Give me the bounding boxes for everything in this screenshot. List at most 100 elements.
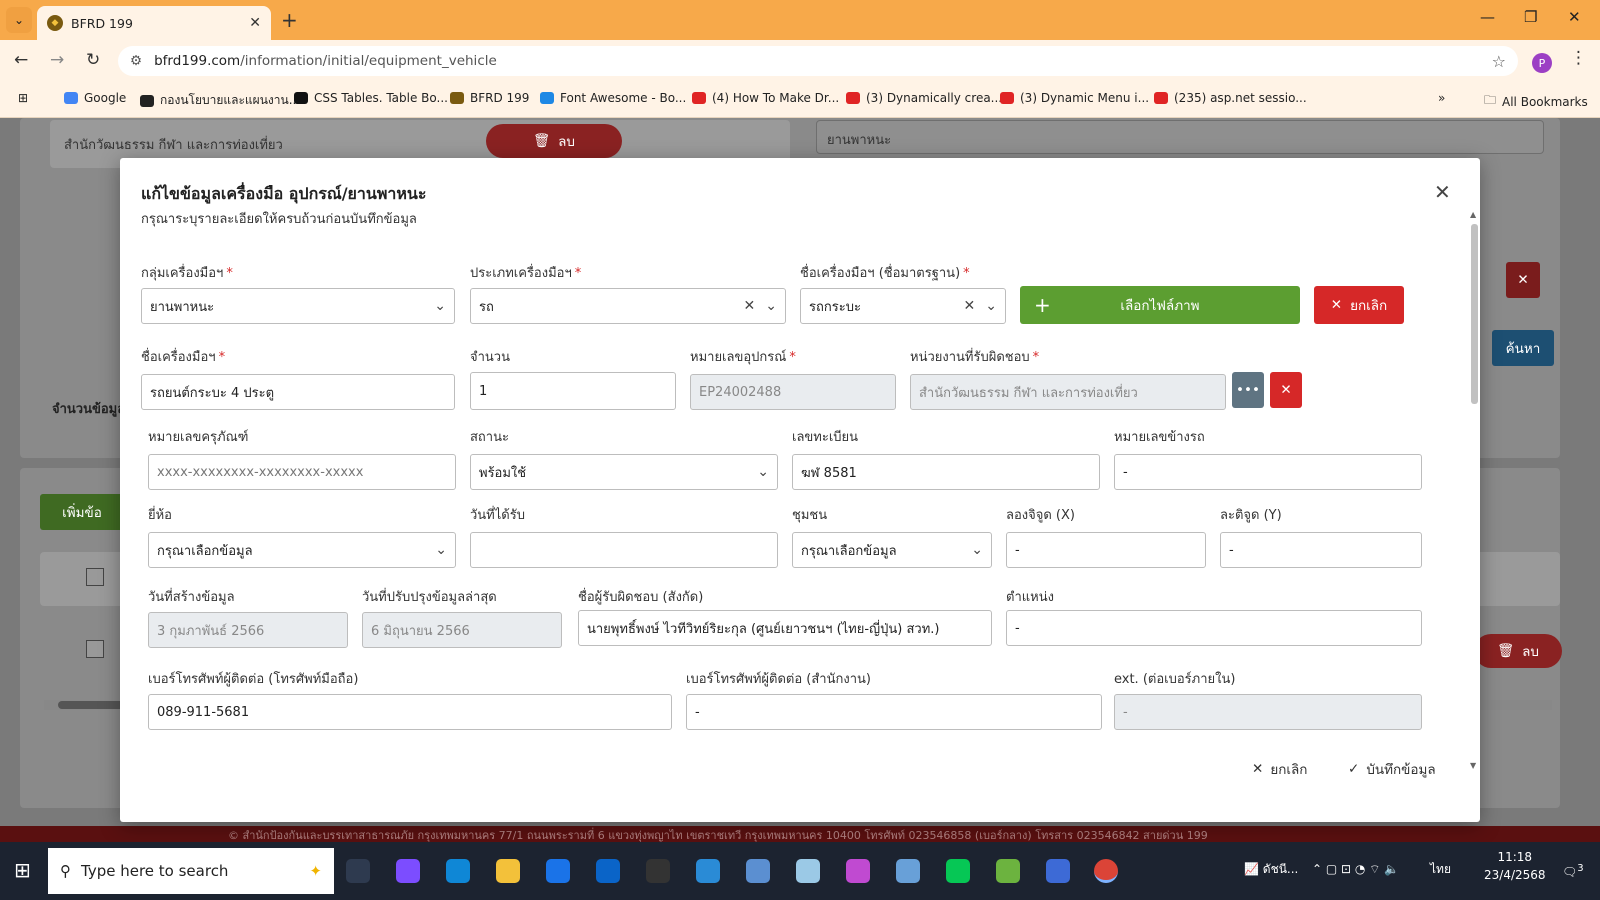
- file-explorer-icon[interactable]: [496, 859, 520, 883]
- group-label: กลุ่มเครื่องมือฯ *: [141, 266, 233, 281]
- chevron-down-icon: ⌄: [757, 464, 769, 480]
- paint-icon[interactable]: [896, 859, 920, 883]
- cancel-image-button[interactable]: ✕ ยกเลิก: [1314, 286, 1404, 324]
- folder-icon: 🗀: [1484, 93, 1497, 107]
- more-bookmarks-icon[interactable]: »: [1438, 91, 1445, 105]
- windows-start-icon[interactable]: ⊞: [14, 858, 31, 882]
- reload-icon[interactable]: ↻: [86, 50, 100, 70]
- qgis-icon[interactable]: [996, 859, 1020, 883]
- weather-widget[interactable]: 📈 ดัชนี...: [1244, 860, 1298, 878]
- bookmark-font-awesome[interactable]: Font Awesome - Bo...: [540, 91, 686, 105]
- group-select[interactable]: ยานพาหนะ ⌄: [141, 288, 455, 324]
- unit-label: หน่วยงานที่รับผิดชอบ *: [910, 350, 1040, 365]
- star-icon[interactable]: ☆: [1492, 52, 1506, 71]
- notes-icon[interactable]: [796, 859, 820, 883]
- name-label: ชื่อเครื่องมือฯ *: [141, 350, 226, 365]
- browser-tab-bar: ⌄ ◆ BFRD 199 ✕ + — ❐ ✕: [0, 0, 1600, 40]
- tray-icons[interactable]: ⌃ ▢ ⊡ ◔ ⌔ 🔈: [1312, 860, 1399, 878]
- scroll-thumb[interactable]: [1471, 224, 1478, 404]
- brand-select[interactable]: กรุณาเลือกข้อมูล ⌄: [148, 532, 456, 568]
- bookmark-youtube-3[interactable]: (3) Dynamic Menu i...: [1000, 91, 1149, 105]
- scroll-up-icon[interactable]: ▲: [1470, 210, 1476, 219]
- asset-no-input[interactable]: xxxx-xxxxxxxx-xxxxxxxx-xxxxx: [148, 454, 456, 490]
- position-input[interactable]: -: [1006, 610, 1422, 646]
- close-tab-icon[interactable]: ✕: [249, 15, 261, 31]
- office-input[interactable]: -: [686, 694, 1102, 730]
- calculator-icon[interactable]: [746, 859, 770, 883]
- bg-clear-button: ✕: [1506, 262, 1540, 298]
- bg-org-text: สำนักวัฒนธรรม กีฬา และการท่องเที่ยว: [64, 138, 283, 153]
- task-view-icon[interactable]: [346, 859, 370, 883]
- type-select[interactable]: รถ ✕ ⌄: [470, 288, 786, 324]
- line-icon[interactable]: [946, 859, 970, 883]
- bg-footer: © สำนักป้องกันและบรรเทาสาธารณภัย กรุงเทพ…: [0, 826, 1600, 842]
- std-name-select[interactable]: รถกระบะ ✕ ⌄: [800, 288, 1006, 324]
- outlook-icon[interactable]: [596, 859, 620, 883]
- name-input[interactable]: รถยนต์กระบะ 4 ประตู: [141, 374, 455, 410]
- clear-icon[interactable]: ✕: [964, 298, 976, 314]
- lat-input[interactable]: -: [1220, 532, 1422, 568]
- bookmark-youtube-4[interactable]: (235) asp.net sessio...: [1154, 91, 1307, 105]
- apps-grid-icon[interactable]: ⊞: [18, 91, 28, 105]
- bookmark-youtube-1[interactable]: (4) How To Make Dr...: [692, 91, 839, 105]
- url-bar[interactable]: ⚙ bfrd199.com/information/initial/equipm…: [118, 46, 1518, 76]
- address-toolbar: ← → ↻ ⚙ bfrd199.com/information/initial/…: [0, 40, 1600, 82]
- restore-icon[interactable]: ❐: [1524, 8, 1537, 26]
- tab-list-dropdown[interactable]: ⌄: [6, 7, 32, 33]
- close-window-icon[interactable]: ✕: [1568, 8, 1581, 26]
- drop-icon[interactable]: [846, 859, 870, 883]
- url-host: bfrd199.com: [154, 53, 241, 69]
- copilot-icon[interactable]: [396, 859, 420, 883]
- bookmark-bfrd[interactable]: BFRD 199: [450, 91, 529, 105]
- tab-bfrd[interactable]: ◆ BFRD 199 ✕: [37, 6, 271, 40]
- bookmark-policy[interactable]: กองนโยบายและแผนงาน...: [140, 91, 300, 110]
- office-label: เบอร์โทรศัพท์ผู้ติดต่อ (สำนักงาน): [686, 672, 871, 687]
- bookmark-youtube-2[interactable]: (3) Dynamically crea...: [846, 91, 1002, 105]
- new-tab-icon[interactable]: +: [281, 8, 298, 32]
- chevron-down-icon: ⌄: [435, 542, 447, 558]
- terminal-icon[interactable]: [646, 859, 670, 883]
- choose-image-button[interactable]: + เลือกไฟล์ภาพ: [1020, 286, 1300, 324]
- created-label: วันที่สร้างข้อมูล: [148, 590, 235, 605]
- store-icon[interactable]: [546, 859, 570, 883]
- chevron-down-icon: ⌄: [971, 542, 983, 558]
- resp-input[interactable]: นายพุทธิ์พงษ์ ไวทีวิทย์ริยะกุล (ศูนย์เยา…: [578, 610, 992, 646]
- profile-avatar[interactable]: P: [1532, 53, 1552, 73]
- clock[interactable]: 11:18 23/4/2568: [1484, 848, 1546, 884]
- edge-icon[interactable]: [446, 859, 470, 883]
- qty-input[interactable]: 1: [470, 372, 676, 410]
- lon-input[interactable]: -: [1006, 532, 1206, 568]
- cancel-button[interactable]: ✕ ยกเลิก: [1252, 758, 1307, 780]
- scroll-down-icon[interactable]: ▼: [1470, 761, 1476, 770]
- unit-clear-button[interactable]: ✕: [1270, 372, 1302, 408]
- taskbar-search[interactable]: ⚲ Type here to search ✦: [48, 848, 334, 894]
- remote-desktop-icon[interactable]: [696, 859, 720, 883]
- unit-lookup-button[interactable]: •••: [1232, 372, 1264, 408]
- menu-kebab-icon[interactable]: ⋮: [1570, 48, 1587, 68]
- notifications-icon[interactable]: 🗨3: [1562, 860, 1584, 881]
- chrome-icon[interactable]: [1094, 859, 1118, 883]
- language-indicator[interactable]: ไทย: [1430, 860, 1451, 878]
- all-bookmarks[interactable]: 🗀 All Bookmarks: [1484, 91, 1588, 112]
- updated-input: 6 มิถุนายน 2566: [362, 612, 562, 648]
- unit-input: สำนักวัฒนธรรม กีฬา และการท่องเที่ยว: [910, 374, 1226, 410]
- received-date-input[interactable]: [470, 532, 778, 568]
- status-select[interactable]: พร้อมใช้ ⌄: [470, 454, 778, 490]
- trash-icon: 🗑: [1497, 643, 1515, 659]
- close-icon[interactable]: ✕: [1434, 180, 1451, 204]
- bookmark-google[interactable]: Google: [64, 91, 126, 105]
- mobile-input[interactable]: 089-911-5681: [148, 694, 672, 730]
- clear-icon[interactable]: ✕: [744, 298, 756, 314]
- side-no-input[interactable]: -: [1114, 454, 1422, 490]
- minimize-icon[interactable]: —: [1480, 8, 1495, 26]
- plate-input[interactable]: ฆฬ 8581: [792, 454, 1100, 490]
- back-icon[interactable]: ←: [14, 50, 28, 70]
- lat-label: ละติจูด (Y): [1220, 508, 1282, 523]
- forward-icon[interactable]: →: [50, 50, 64, 70]
- bookmark-css-tables[interactable]: CSS Tables. Table Bo...: [294, 91, 448, 105]
- community-select[interactable]: กรุณาเลือกข้อมูล ⌄: [792, 532, 992, 568]
- save-button[interactable]: ✓ บันทึกข้อมูล: [1348, 758, 1436, 780]
- plus-icon: +: [1034, 293, 1051, 317]
- network-icon[interactable]: [1046, 859, 1070, 883]
- site-info-icon[interactable]: ⚙: [130, 53, 142, 69]
